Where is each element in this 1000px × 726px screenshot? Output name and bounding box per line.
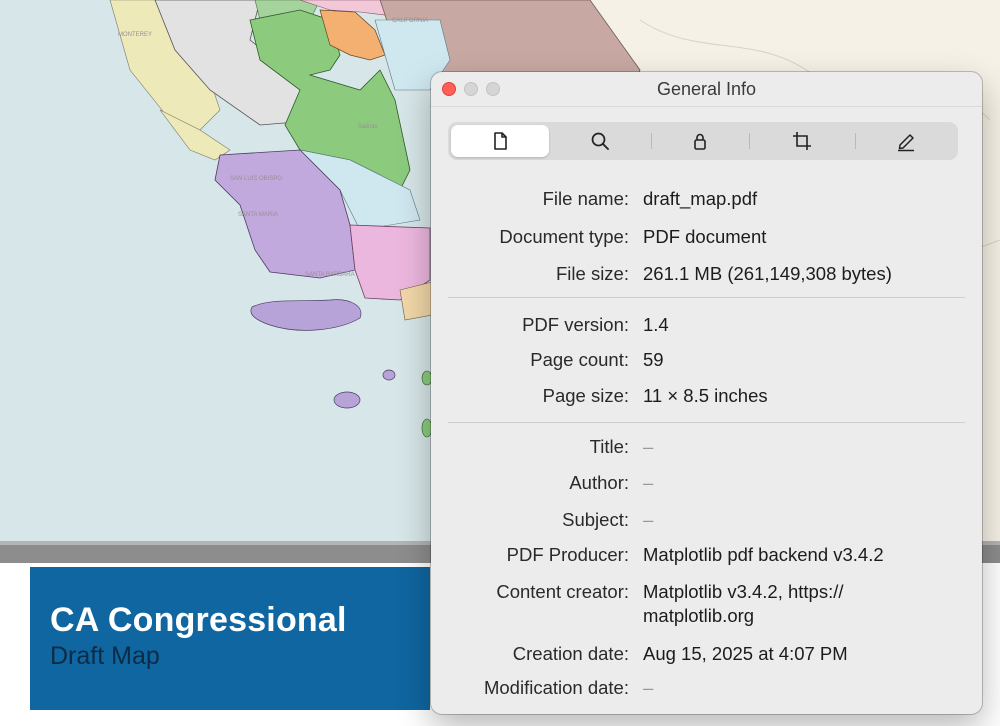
subject-label: Subject: bbox=[562, 509, 629, 530]
section-divider bbox=[448, 422, 965, 423]
section-divider bbox=[448, 297, 965, 298]
inspector-tab-bar bbox=[448, 122, 958, 160]
pdf-producer-label: PDF Producer: bbox=[506, 544, 629, 565]
content-creator-label: Content creator: bbox=[496, 581, 629, 602]
document-type-label: Document type: bbox=[499, 226, 629, 247]
creation-date-value: Aug 15, 2025 at 4:07 PM bbox=[643, 643, 848, 664]
title-label: Title: bbox=[589, 436, 629, 457]
pencil-icon bbox=[898, 134, 914, 152]
map-label-california: CALIFORNIA bbox=[392, 18, 428, 24]
map-label-santa-barbara: SANTA BARBARA bbox=[305, 272, 355, 278]
tab-crop[interactable] bbox=[753, 125, 851, 157]
file-name-value: draft_map.pdf bbox=[643, 188, 758, 209]
pdf-producer-value: Matplotlib pdf backend v3.4.2 bbox=[643, 544, 884, 565]
window-titlebar[interactable]: General Info bbox=[431, 72, 982, 107]
tab-divider bbox=[749, 133, 750, 149]
tab-divider bbox=[855, 133, 856, 149]
pdf-version-label: PDF version: bbox=[522, 314, 629, 335]
page-count-value: 59 bbox=[643, 349, 664, 370]
modification-date-value: – bbox=[643, 677, 654, 698]
title-value: – bbox=[643, 436, 654, 457]
author-label: Author: bbox=[569, 472, 629, 493]
tab-search[interactable] bbox=[551, 125, 649, 157]
page-count-label: Page count: bbox=[530, 349, 629, 370]
map-subtitle: Draft Map bbox=[50, 642, 160, 670]
map-title-banner: CA Congressional Draft Map bbox=[30, 567, 430, 710]
general-info-window: General Info File name: draft_map.pdf Do… bbox=[431, 72, 982, 714]
subject-value: – bbox=[643, 509, 654, 530]
tab-encryption[interactable] bbox=[651, 125, 749, 157]
page-size-label: Page size: bbox=[542, 385, 629, 406]
lock-icon bbox=[694, 133, 706, 150]
map-label-salinas: Salinas bbox=[358, 124, 378, 130]
map-label-san-luis-obispo: SAN LUIS OBISPO bbox=[230, 176, 282, 182]
content-creator-value: Matplotlib v3.4.2, https:// matplotlib.o… bbox=[643, 581, 844, 626]
magnifier-icon bbox=[591, 132, 609, 150]
map-title: CA Congressional bbox=[50, 601, 347, 639]
crop-icon bbox=[793, 132, 811, 150]
file-name-label: File name: bbox=[542, 188, 629, 209]
map-label-monterey: MONTEREY bbox=[118, 32, 152, 38]
tab-general-info[interactable] bbox=[451, 125, 549, 157]
file-size-label: File size: bbox=[556, 263, 629, 284]
creation-date-label: Creation date: bbox=[512, 643, 629, 664]
map-label-santa-maria: SANTA MARIA bbox=[238, 212, 278, 218]
window-title: General Info bbox=[656, 79, 757, 99]
pdf-version-value: 1.4 bbox=[643, 314, 669, 335]
document-icon bbox=[494, 132, 507, 150]
page-size-value: 11 × 8.5 inches bbox=[643, 385, 768, 406]
modification-date-label: Modification date: bbox=[483, 677, 629, 698]
author-value: – bbox=[643, 472, 654, 493]
file-size-value: 261.1 MB (261,149,308 bytes) bbox=[643, 263, 892, 284]
document-type-value: PDF document bbox=[643, 226, 767, 247]
tab-annotations[interactable] bbox=[857, 125, 955, 157]
